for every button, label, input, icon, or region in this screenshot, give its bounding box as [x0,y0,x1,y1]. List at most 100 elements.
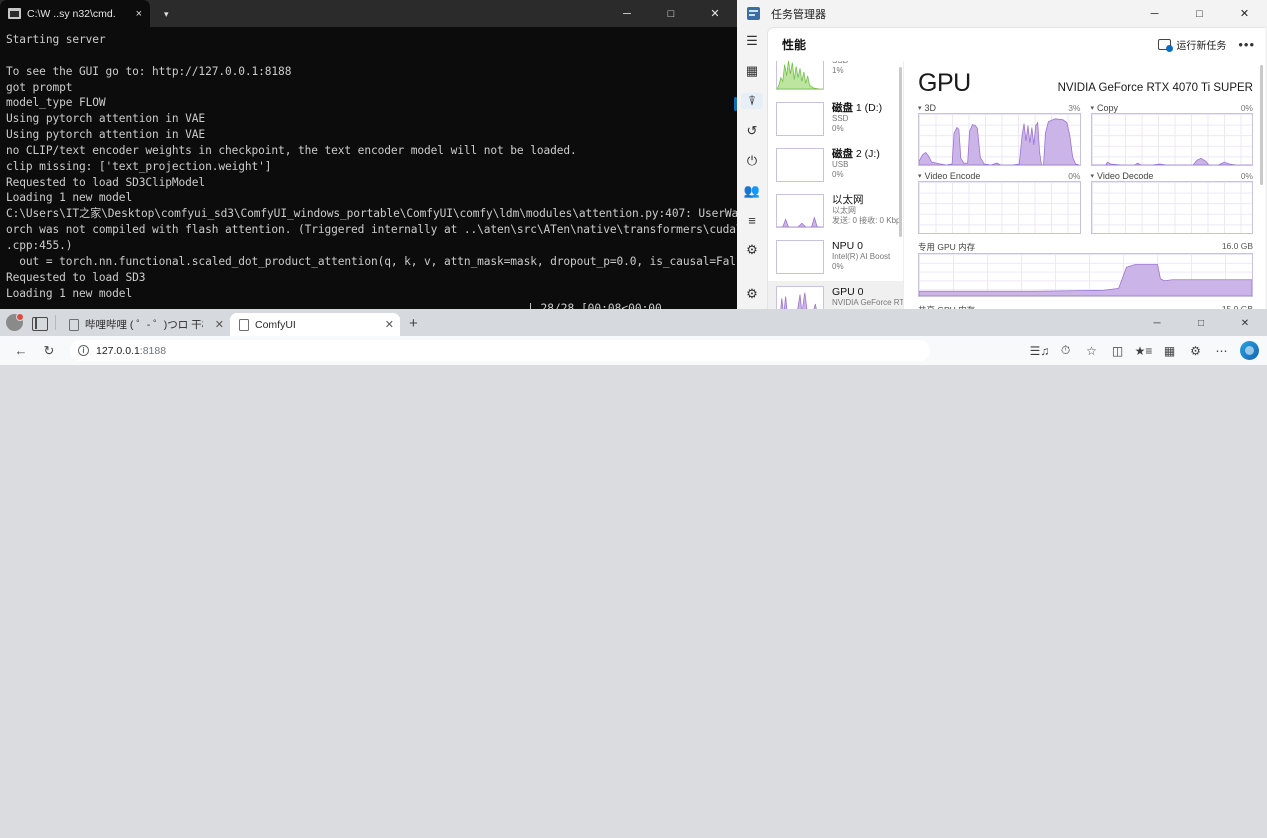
chevron-down-icon[interactable]: ▾ [918,172,922,180]
device-list[interactable]: SSD1%磁盘 1 (D:)SSD0%磁盘 2 (J:)USB0%以太网以太网发… [768,61,904,309]
browser-tab-bilibili[interactable]: 哔哩哔哩 ( ゜- ゜)つロ 干杯~-bili ✕ [60,313,230,336]
device-value: 0% [832,170,880,180]
device-list-item[interactable]: SSD1% [768,61,903,97]
device-list-item[interactable]: 磁盘 2 (J:)USB0% [768,143,903,189]
device-list-item[interactable]: 磁盘 1 (D:)SSD0% [768,97,903,143]
cmd-close-button[interactable]: ✕ [693,0,737,27]
device-list-item[interactable]: 以太网以太网发送: 0 接收: 0 Kbp [768,189,903,235]
device-list-scrollbar[interactable] [899,67,902,237]
back-button[interactable]: ← [8,339,34,363]
hamburger-menu-icon[interactable]: ☰ [741,33,763,49]
performance-page-title: 性能 [782,36,806,53]
gpu-video-encode-chart [918,181,1081,234]
history-icon[interactable]: ⏱ [1053,339,1078,363]
gpu-video-decode-caption: ▾ Video Decode 0% [1091,171,1254,181]
cmd-output-area[interactable]: Starting server To see the GUI go to: ht… [0,27,737,309]
cmd-tab-close-icon[interactable]: × [130,8,142,20]
gpu-engine-row-1: ▾ 3D 3% [918,103,1253,166]
profile-avatar[interactable] [6,314,23,331]
device-list-item[interactable]: NPU 0Intel(R) AI Boost0% [768,235,903,281]
cmd-tab[interactable]: C:\W ..sy n32\cmd. × [0,0,150,27]
address-bar[interactable]: i 127.0.0.1:8188 [70,340,930,361]
task-manager-title: 任务管理器 [771,6,826,22]
device-list-item[interactable]: GPU 0NVIDIA GeForce RT3% (37 °C) [768,281,903,309]
tab-actions-icon[interactable] [32,317,48,331]
cmd-new-tab-chevron-icon[interactable]: ▾ [164,9,169,20]
chevron-down-icon[interactable]: ▾ [1091,104,1095,112]
task-manager-window: 任务管理器 ─ □ ✕ ☰ ▦ ⍒ ↺ ⏻ 👥 ≡ ⚙ ⚙ 性能 [737,0,1267,309]
gpu-copy-plot [1092,114,1253,165]
tm-minimize-button[interactable]: ─ [1132,0,1177,27]
tm-maximize-button[interactable]: □ [1177,0,1222,27]
services-icon[interactable]: ⚙ [741,242,763,258]
reload-button[interactable]: ↻ [36,339,62,363]
gpu-engine-video-encode: ▾ Video Encode 0% [918,171,1081,234]
gpu-video-decode-label: Video Decode [1097,171,1153,181]
task-manager-content: 性能 运行新任务 ••• SSD1%磁盘 1 (D:)SSD0%磁盘 2 (J:… [767,27,1265,309]
details-icon[interactable]: ≡ [741,213,763,228]
browser-tabstrip: 哔哩哔哩 ( ゜- ゜)つロ 干杯~-bili ✕ ComfyUI ✕ + ─ … [0,309,1267,336]
device-name: 磁盘 2 (J:) [832,148,880,160]
app-history-icon[interactable]: ↺ [741,123,763,139]
device-value: 1% [832,66,848,76]
address-bar-text: 127.0.0.1:8188 [96,345,166,357]
task-manager-body: SSD1%磁盘 1 (D:)SSD0%磁盘 2 (J:)USB0%以太网以太网发… [768,61,1265,309]
browser-tab-close-icon[interactable]: ✕ [215,318,224,331]
site-info-icon[interactable]: i [78,345,89,356]
task-manager-window-controls: ─ □ ✕ [1132,0,1267,27]
browser-minimize-button[interactable]: ─ [1135,310,1179,336]
run-new-task-button[interactable]: 运行新任务 [1158,37,1226,52]
performance-icon[interactable]: ⍒ [741,93,763,109]
console-icon [8,8,21,19]
users-icon[interactable]: 👥 [741,183,763,199]
device-info: 以太网以太网发送: 0 接收: 0 Kbp [832,194,897,226]
device-sparkline [776,240,824,274]
browser-tab-label: ComfyUI [255,319,296,331]
processes-icon[interactable]: ▦ [741,63,763,79]
device-subtitle: USB [832,160,880,170]
cmd-minimize-button[interactable]: ─ [605,0,649,27]
device-value: 0% [832,262,890,272]
more-options-icon[interactable]: ••• [1238,37,1255,52]
command-prompt-window: C:\W ..sy n32\cmd. × ▾ ─ □ ✕ Starting se… [0,0,737,309]
collections-icon[interactable]: ★≡ [1131,339,1156,363]
gpu-copy-label: Copy [1097,103,1118,113]
new-tab-button[interactable]: + [409,315,418,332]
device-subtitle: NVIDIA GeForce RT [832,298,897,308]
device-info: SSD1% [832,61,848,76]
browser-maximize-button[interactable]: □ [1179,310,1223,336]
gpu-detail-scrollbar[interactable] [1260,65,1263,185]
startup-apps-icon[interactable]: ⏻ [741,153,763,169]
device-name: 磁盘 1 (D:) [832,102,882,114]
more-icon[interactable]: ⋯ [1209,339,1234,363]
run-new-task-icon [1158,39,1171,50]
shared-memory-caption: 共享 GPU 内存 15.9 GB [918,304,1253,309]
tm-close-button[interactable]: ✕ [1222,0,1267,27]
shared-memory-max: 15.9 GB [1222,304,1253,309]
browser-tab-comfyui[interactable]: ComfyUI ✕ [230,313,400,336]
browser-close-button[interactable]: ✕ [1223,310,1267,336]
read-aloud-icon[interactable]: ☰♫ [1027,339,1052,363]
device-info: 磁盘 1 (D:)SSD0% [832,102,882,134]
browser-essentials-icon[interactable]: ▦ [1157,339,1182,363]
chevron-down-icon[interactable]: ▾ [918,104,922,112]
copilot-icon[interactable] [1240,341,1259,360]
browser-tab-close-icon[interactable]: ✕ [385,318,394,331]
favorite-icon[interactable]: ☆ [1079,339,1104,363]
chart-gridlines [919,182,1080,233]
page-icon [69,319,79,331]
gpu-engine-copy: ▾ Copy 0% [1091,103,1254,166]
dedicated-memory-label: 专用 GPU 内存 [918,241,975,253]
task-manager-header-actions: 运行新任务 ••• [1158,37,1255,52]
gpu-video-encode-caption: ▾ Video Encode 0% [918,171,1081,181]
cmd-tab-label: C:\W ..sy n32\cmd. [27,8,116,20]
browser-window: 哔哩哔哩 ( ゜- ゜)つロ 干杯~-bili ✕ ComfyUI ✕ + ─ … [0,309,1267,838]
cmd-window-controls: ─ □ ✕ [605,0,737,27]
extensions-icon[interactable]: ⚙ [1183,339,1208,363]
device-subtitle: SSD [832,114,882,124]
chevron-down-icon[interactable]: ▾ [1091,172,1095,180]
split-screen-icon[interactable]: ◫ [1105,339,1130,363]
cmd-maximize-button[interactable]: □ [649,0,693,27]
settings-icon[interactable]: ⚙ [741,286,763,302]
device-info: NPU 0Intel(R) AI Boost0% [832,240,890,272]
